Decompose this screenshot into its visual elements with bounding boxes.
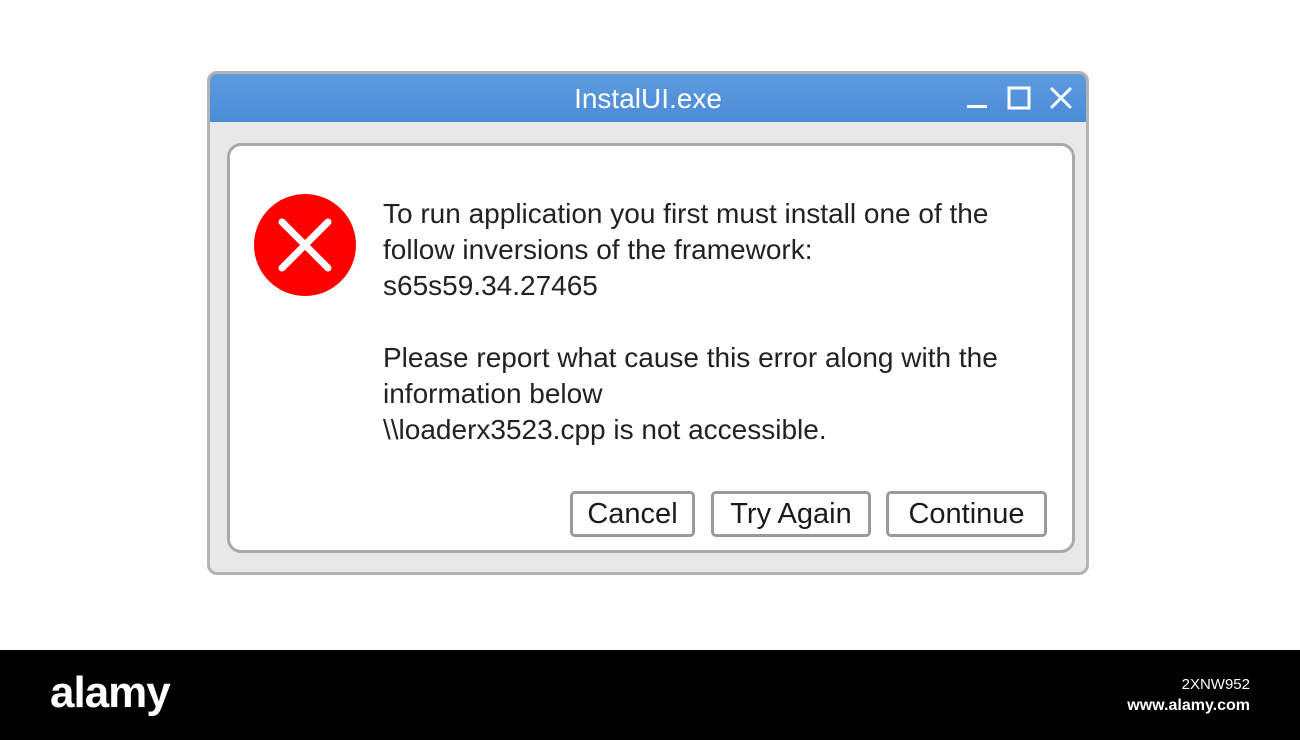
cancel-button[interactable]: Cancel: [570, 491, 695, 537]
footer-url: www.alamy.com: [1127, 697, 1250, 714]
error-message: To run application you first must instal…: [383, 196, 1063, 448]
continue-button[interactable]: Continue: [886, 491, 1047, 537]
error-dialog: InstalUI.exe To run application you firs…: [207, 71, 1089, 575]
title-bar[interactable]: InstalUI.exe: [210, 74, 1086, 122]
close-icon[interactable]: [1046, 84, 1076, 114]
error-detail: \\loaderx3523.cpp is not accessible.: [383, 414, 827, 445]
error-x-icon: [253, 193, 357, 297]
message-line: follow inversions of the framework:: [383, 234, 813, 265]
message-line: information below: [383, 378, 603, 409]
window-title: InstalUI.exe: [574, 83, 722, 114]
minimize-icon[interactable]: [962, 84, 992, 114]
watermark-footer: alamy 2XNW952 www.alamy.com: [0, 650, 1300, 740]
image-id: 2XNW952: [1181, 676, 1250, 693]
try-again-button[interactable]: Try Again: [711, 491, 871, 537]
alamy-logo: alamy: [50, 668, 171, 717]
dialog-content: To run application you first must instal…: [227, 143, 1075, 553]
message-line: To run application you first must instal…: [383, 198, 989, 229]
message-line: Please report what cause this error alon…: [383, 342, 998, 373]
maximize-icon[interactable]: [1004, 84, 1034, 114]
framework-version: s65s59.34.27465: [383, 270, 598, 301]
